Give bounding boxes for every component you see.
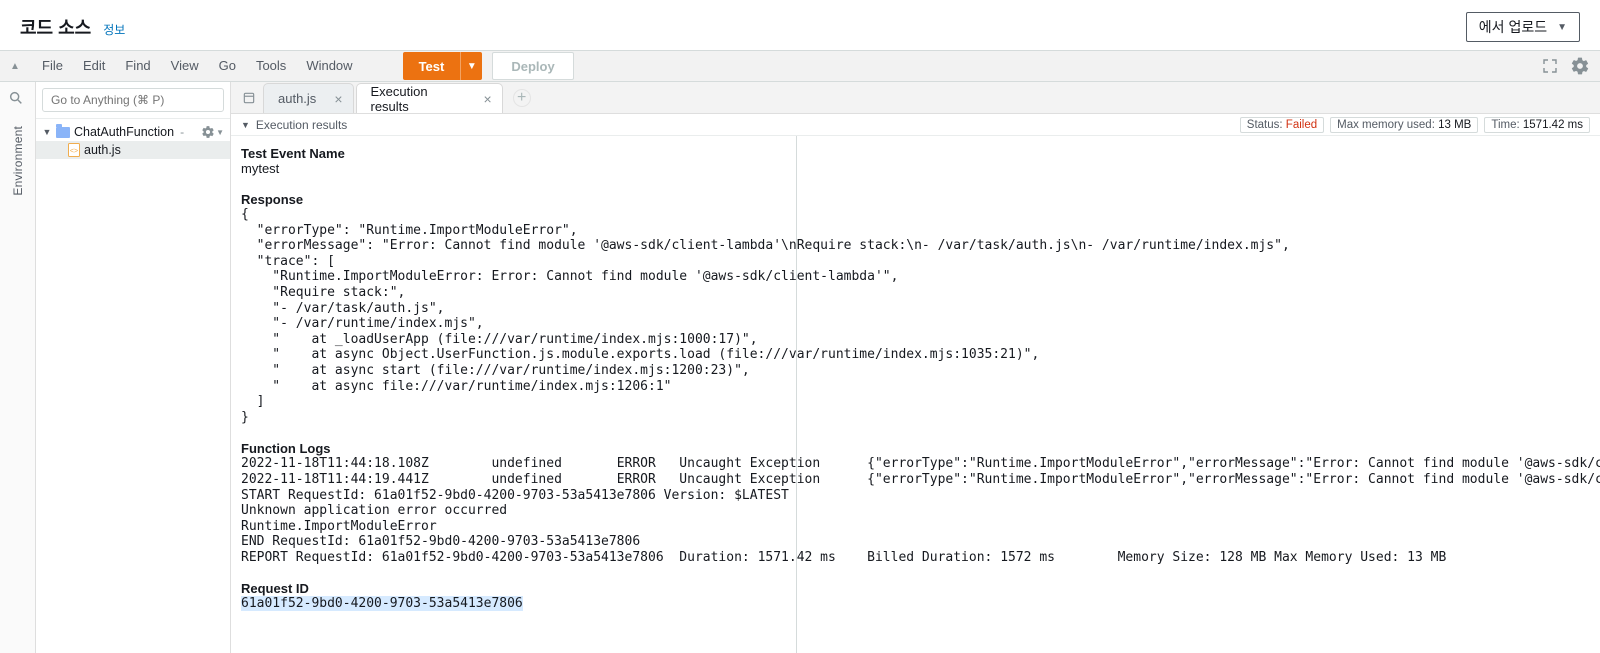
menu-file[interactable]: File xyxy=(32,50,73,82)
memory-label: Max memory used: xyxy=(1337,119,1435,131)
status-pill: Status: Failed xyxy=(1240,117,1324,133)
request-id-value: 61a01f52-9bd0-4200-9703-53a5413e7806 xyxy=(241,596,1590,612)
sidebar-search-row xyxy=(36,82,230,119)
info-link[interactable]: 정보 xyxy=(103,21,125,38)
environment-label[interactable]: Environment xyxy=(11,126,25,196)
caret-down-icon: ▼ xyxy=(467,61,477,72)
test-button[interactable]: Test xyxy=(403,52,461,80)
response-label: Response xyxy=(241,192,1590,207)
menubar-right-icons xyxy=(1540,56,1590,76)
function-logs-body: 2022-11-18T11:44:18.108Z undefined ERROR… xyxy=(241,456,1590,565)
time-pill: Time: 1571.42 ms xyxy=(1484,117,1590,133)
header-left: 코드 소스 정보 xyxy=(20,14,125,40)
request-id-text: 61a01f52-9bd0-4200-9703-53a5413e7806 xyxy=(241,596,523,611)
results-body: Test Event Name mytest Response { "error… xyxy=(231,136,1600,653)
caret-down-icon: ▼ xyxy=(216,128,224,137)
memory-pill: Max memory used: 13 MB xyxy=(1330,117,1478,133)
time-label: Time: xyxy=(1491,119,1519,131)
js-file-icon: <> xyxy=(68,143,80,157)
request-id-label: Request ID xyxy=(241,581,1590,596)
environment-rail: Environment xyxy=(0,82,36,653)
tab-auth-js[interactable]: auth.js × xyxy=(263,83,354,113)
menu-find[interactable]: Find xyxy=(115,50,160,82)
response-body: { "errorType": "Runtime.ImportModuleErro… xyxy=(241,207,1590,425)
caret-down-icon: ▼ xyxy=(241,120,250,130)
tree-gear-button[interactable]: ▼ xyxy=(201,125,224,139)
test-event-name-label: Test Event Name xyxy=(241,146,1590,161)
results-header-left[interactable]: ▼ Execution results xyxy=(241,118,347,132)
results-header: ▼ Execution results Status: Failed Max m… xyxy=(231,114,1600,136)
memory-value: 13 MB xyxy=(1438,119,1471,131)
menu-go[interactable]: Go xyxy=(209,50,246,82)
collapse-icon[interactable]: ▲ xyxy=(10,61,26,72)
menu-tools[interactable]: Tools xyxy=(246,50,296,82)
tab-label: Execution results xyxy=(371,84,466,114)
status-value: Failed xyxy=(1286,119,1317,131)
tab-execution-results[interactable]: Execution results × xyxy=(356,83,503,113)
gear-icon[interactable] xyxy=(1570,56,1590,76)
test-dropdown-button[interactable]: ▼ xyxy=(460,52,482,80)
page-header: 코드 소스 정보 에서 업로드 ▼ xyxy=(0,0,1600,50)
tab-label: auth.js xyxy=(278,91,316,106)
results-inner[interactable]: Test Event Name mytest Response { "error… xyxy=(231,136,1600,632)
tree-root-row[interactable]: ▼ ChatAuthFunction - ▼ xyxy=(36,123,230,141)
test-button-group: Test ▼ xyxy=(403,52,483,80)
close-icon[interactable]: × xyxy=(484,91,492,107)
function-logs-label: Function Logs xyxy=(241,441,1590,456)
tree-file-row[interactable]: <> auth.js xyxy=(36,141,230,159)
folder-icon xyxy=(56,127,70,138)
file-tree: ▼ ChatAuthFunction - ▼ <> auth.js xyxy=(36,119,230,163)
time-value: 1571.42 ms xyxy=(1523,119,1583,131)
status-label: Status: xyxy=(1247,119,1283,131)
file-tree-sidebar: ▼ ChatAuthFunction - ▼ <> auth.js xyxy=(36,82,231,653)
editor-body: Environment ▼ ChatAuthFunction - ▼ <> a xyxy=(0,82,1600,653)
vertical-split-line[interactable] xyxy=(796,136,797,653)
tree-file-label: auth.js xyxy=(84,143,121,157)
svg-text:<>: <> xyxy=(70,148,78,155)
caret-down-icon: ▼ xyxy=(1557,22,1567,33)
caret-down-icon: ▼ xyxy=(42,127,52,137)
add-tab-button[interactable]: + xyxy=(513,89,531,107)
results-title: Execution results xyxy=(256,118,347,132)
tree-root-menu-dash: - xyxy=(180,125,184,139)
menu-window[interactable]: Window xyxy=(296,50,362,82)
tree-root-label: ChatAuthFunction xyxy=(74,125,174,139)
tab-strip: auth.js × Execution results × + xyxy=(231,82,1600,114)
deploy-button[interactable]: Deploy xyxy=(492,52,573,80)
search-icon[interactable] xyxy=(8,90,28,110)
upload-from-button[interactable]: 에서 업로드 ▼ xyxy=(1466,12,1580,42)
goto-anything-input[interactable] xyxy=(42,88,224,112)
menu-edit[interactable]: Edit xyxy=(73,50,115,82)
results-header-right: Status: Failed Max memory used: 13 MB Ti… xyxy=(1240,117,1590,133)
fullscreen-icon[interactable] xyxy=(1540,56,1560,76)
menu-bar: ▲ File Edit Find View Go Tools Window Te… xyxy=(0,50,1600,82)
main-column: auth.js × Execution results × + ▼ Execut… xyxy=(231,82,1600,653)
menu-view[interactable]: View xyxy=(161,50,209,82)
upload-from-label: 에서 업로드 xyxy=(1479,17,1547,37)
page-title: 코드 소스 xyxy=(20,14,91,40)
close-icon[interactable]: × xyxy=(334,91,342,107)
test-event-name-value: mytest xyxy=(241,161,1590,176)
tab-history-icon[interactable] xyxy=(235,82,263,113)
